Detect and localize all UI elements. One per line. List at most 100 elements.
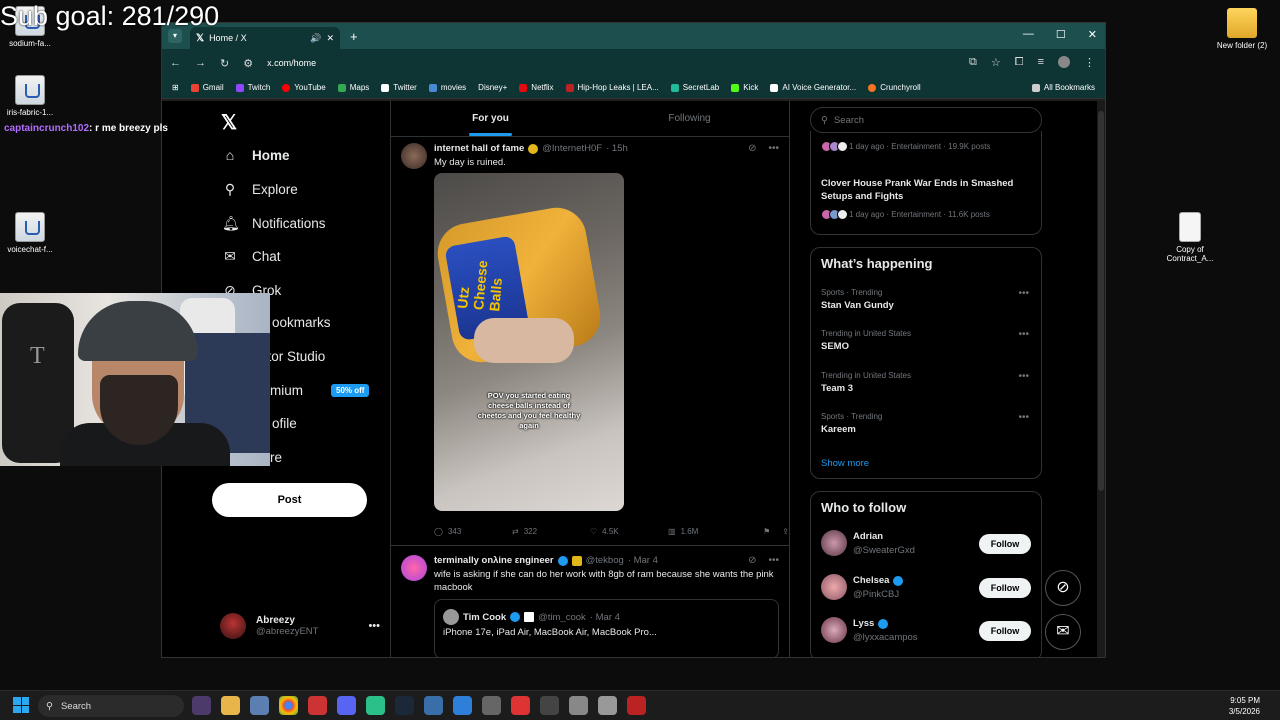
- bookmark-hiphop-leaks[interactable]: Hip-Hop Leaks | LEA...: [565, 83, 659, 92]
- desktop-icon-iris[interactable]: iris-fabric-1...: [0, 75, 60, 117]
- search-input[interactable]: ⚲ Search: [810, 107, 1042, 133]
- apps-grid-icon[interactable]: ⊞: [172, 83, 179, 92]
- trend-name[interactable]: Kareem: [821, 424, 856, 435]
- follow-button[interactable]: Follow: [979, 578, 1031, 598]
- back-button[interactable]: ←: [170, 57, 181, 69]
- nav-chat[interactable]: ✉ Chat: [222, 248, 280, 265]
- nav-profile[interactable]: ofile: [272, 416, 297, 431]
- task-view-icon[interactable]: [192, 696, 211, 715]
- browser-menu-icon[interactable]: ⋮: [1084, 56, 1095, 69]
- app-icon[interactable]: [569, 696, 588, 715]
- bookmark-youtube[interactable]: YouTube: [282, 83, 326, 92]
- follow-button[interactable]: Follow: [979, 621, 1031, 641]
- reload-button[interactable]: ↻: [220, 57, 229, 70]
- app-icon[interactable]: [511, 696, 530, 715]
- media-control-icon[interactable]: ≡: [1038, 56, 1044, 69]
- app-icon[interactable]: [627, 696, 646, 715]
- minimize-button[interactable]: —: [1023, 28, 1034, 41]
- trend-more-icon[interactable]: •••: [1018, 329, 1029, 340]
- steam-icon[interactable]: [395, 696, 414, 715]
- app-icon[interactable]: [598, 696, 617, 715]
- bookmark-crunchyroll[interactable]: Crunchyroll: [868, 83, 921, 92]
- bookmark-twitch[interactable]: Twitch: [235, 83, 270, 92]
- trend-name[interactable]: Stan Van Gundy: [821, 300, 894, 311]
- speaker-icon[interactable]: 🔊: [310, 33, 321, 44]
- post-button[interactable]: Post: [212, 483, 367, 517]
- app-icon[interactable]: [482, 696, 501, 715]
- grok-analyze-icon[interactable]: ⊘: [748, 555, 756, 566]
- new-tab-button[interactable]: +: [350, 29, 358, 44]
- bookmark-ai-voice[interactable]: AI Voice Generator...: [770, 83, 856, 92]
- app-icon[interactable]: [540, 696, 559, 715]
- extensions-icon[interactable]: ⧠: [1015, 56, 1024, 69]
- taskbar-search[interactable]: ⚲ Search: [38, 695, 184, 717]
- star-bookmark-icon[interactable]: ☆: [991, 56, 1001, 69]
- tab-following[interactable]: Following: [590, 101, 789, 136]
- x-home-logo[interactable]: 𝕏: [221, 110, 237, 135]
- follow-suggestion[interactable]: Adrian @SweaterGxd Follow: [821, 528, 1031, 560]
- author-name[interactable]: terminally onλine εngineer: [434, 555, 554, 566]
- page-scrollbar[interactable]: [1097, 101, 1105, 657]
- bookmark-movies[interactable]: movies: [428, 83, 466, 92]
- nav-bookmarks[interactable]: ookmarks: [272, 315, 331, 330]
- app-icon[interactable]: [366, 696, 385, 715]
- scrollbar-thumb[interactable]: [1098, 111, 1104, 491]
- avatar[interactable]: [821, 530, 847, 556]
- avatar[interactable]: [401, 143, 427, 169]
- nav-home[interactable]: ⌂ Home: [222, 147, 290, 163]
- tweet-more-icon[interactable]: •••: [768, 555, 779, 566]
- notepad-icon[interactable]: [453, 696, 472, 715]
- windows-start-icon[interactable]: [13, 697, 29, 713]
- author-handle[interactable]: @tekbog: [586, 555, 624, 566]
- bookmark-kick[interactable]: Kick: [731, 83, 758, 92]
- story-title[interactable]: Clover House Prank War Ends in Smashed S…: [821, 177, 1031, 203]
- tweet[interactable]: internet hall of fame @InternetH0F · 15h…: [401, 143, 789, 543]
- settings-icon[interactable]: [250, 696, 269, 715]
- bookmark-icon[interactable]: ⚑: [763, 527, 770, 536]
- taskbar-clock[interactable]: 9:05 PM 3/5/2026: [1229, 695, 1260, 717]
- site-info-icon[interactable]: ⚙: [243, 57, 253, 70]
- all-bookmarks-button[interactable]: All Bookmarks: [1031, 83, 1095, 92]
- trend-more-icon[interactable]: •••: [1018, 288, 1029, 299]
- bookmark-netflix[interactable]: Netflix: [519, 83, 554, 92]
- messages-float-button[interactable]: ✉: [1045, 614, 1081, 650]
- discord-icon[interactable]: [337, 696, 356, 715]
- trend-more-icon[interactable]: •••: [1018, 371, 1029, 382]
- share-icon[interactable]: ⇪: [782, 527, 789, 536]
- show-more-link[interactable]: Show more: [821, 458, 869, 469]
- account-switcher[interactable]: Abreezy @abreezyENT •••: [220, 613, 380, 639]
- avatar[interactable]: [821, 617, 847, 643]
- follow-suggestion[interactable]: Chelsea @PinkCBJ Follow: [821, 572, 1031, 604]
- quoted-tweet[interactable]: Tim Cook @tim_cook · Mar 4 iPhone 17e, i…: [434, 599, 779, 657]
- author-handle[interactable]: @InternetH0F: [542, 143, 602, 154]
- nav-more[interactable]: re: [270, 450, 282, 465]
- desktop-icon-voicechat[interactable]: voicechat-f...: [0, 212, 60, 254]
- chrome-icon[interactable]: [279, 696, 298, 715]
- app-icon[interactable]: [308, 696, 327, 715]
- file-explorer-icon[interactable]: [221, 696, 240, 715]
- views-button[interactable]: ▥ 1.6M: [668, 527, 746, 536]
- nav-explore[interactable]: ⚲ Explore: [222, 181, 298, 198]
- like-button[interactable]: ♡ 4.5K: [590, 527, 668, 536]
- bookmark-disney[interactable]: Disney+: [478, 83, 507, 92]
- follow-suggestion[interactable]: Lyss @lyxxacampos Follow: [821, 615, 1031, 647]
- desktop-icon-contract[interactable]: Copy of Contract_A...: [1160, 212, 1220, 263]
- tweet-time[interactable]: · 15h: [606, 143, 628, 154]
- close-window-button[interactable]: ✕: [1088, 28, 1097, 41]
- tweet-video[interactable]: Utz Cheese Balls POV you started eating …: [434, 173, 624, 511]
- nav-notifications[interactable]: 🔔︎ Notifications: [222, 215, 326, 232]
- avatar[interactable]: [821, 574, 847, 600]
- reply-button[interactable]: ◯ 343: [434, 527, 512, 536]
- bookmark-gmail[interactable]: Gmail: [190, 83, 224, 92]
- forward-button[interactable]: →: [195, 57, 206, 69]
- trend-name[interactable]: SEMO: [821, 341, 849, 352]
- url-input[interactable]: x.com/home: [267, 58, 316, 68]
- install-app-icon[interactable]: ⧉: [969, 56, 977, 69]
- profile-avatar-icon[interactable]: [1058, 56, 1070, 68]
- bookmark-secretlab[interactable]: SecretLab: [670, 83, 719, 92]
- trend-more-icon[interactable]: •••: [1018, 412, 1029, 423]
- grok-float-button[interactable]: ⊘: [1045, 570, 1081, 606]
- desktop-icon-new-folder[interactable]: New folder (2): [1212, 8, 1272, 50]
- grok-analyze-icon[interactable]: ⊘: [748, 143, 756, 154]
- trend-name[interactable]: Team 3: [821, 383, 853, 394]
